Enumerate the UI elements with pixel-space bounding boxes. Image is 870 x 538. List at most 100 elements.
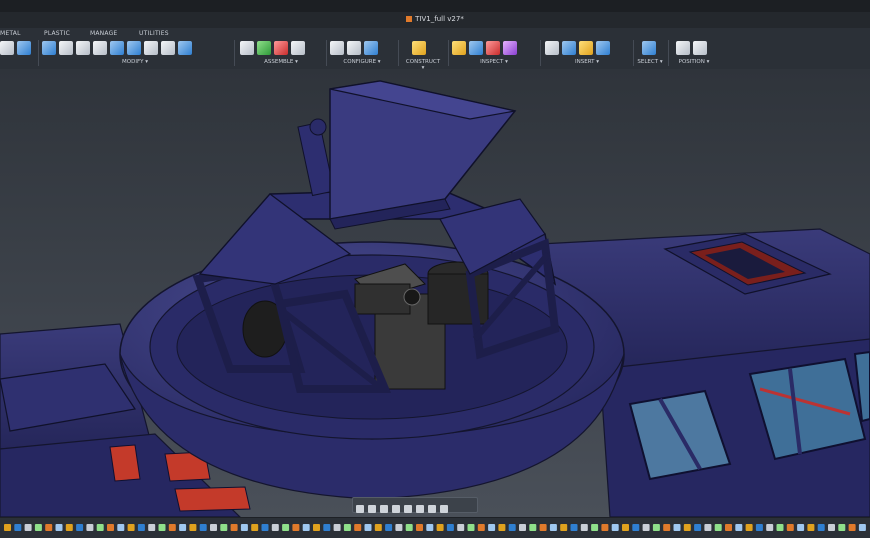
timeline-feature-icon[interactable] — [127, 524, 135, 531]
group-label-select[interactable]: SELECT ▾ — [636, 59, 664, 65]
timeline-feature-icon[interactable] — [426, 524, 434, 531]
timeline-feature-icon[interactable] — [271, 524, 279, 531]
zoom-icon[interactable] — [392, 505, 400, 513]
timeline-feature-icon[interactable] — [282, 524, 290, 531]
timeline-feature-icon[interactable] — [828, 524, 835, 531]
group-label-modify[interactable]: MODIFY ▾ — [42, 59, 228, 65]
timeline-feature-icon[interactable] — [642, 524, 650, 531]
timeline-feature-icon[interactable] — [65, 524, 73, 531]
timeline-feature-icon[interactable] — [549, 524, 557, 531]
timeline-feature-icon[interactable] — [519, 524, 526, 531]
pan-icon[interactable] — [380, 505, 388, 513]
timeline-feature-icon[interactable] — [96, 524, 104, 531]
timeline-feature-icon[interactable] — [446, 524, 454, 531]
joint-origin-icon[interactable] — [291, 41, 305, 55]
timeline-feature-icon[interactable] — [148, 524, 156, 531]
grid-icon[interactable] — [428, 505, 436, 513]
interference-icon[interactable] — [469, 41, 483, 55]
timeline-feature-icon[interactable] — [220, 524, 228, 531]
tab-manage[interactable]: MANAGE — [90, 30, 117, 37]
timeline-feature-icon[interactable] — [179, 524, 187, 531]
timeline-feature-icon[interactable] — [302, 524, 310, 531]
timeline-feature-icon[interactable] — [436, 524, 444, 531]
tab-plastic[interactable]: PLASTIC — [44, 30, 70, 37]
group-label-insert[interactable]: INSERT ▾ — [545, 59, 629, 65]
joint-icon[interactable] — [257, 41, 271, 55]
measure-icon[interactable] — [452, 41, 466, 55]
timeline-feature-icon[interactable] — [374, 524, 382, 531]
timeline-feature-icon[interactable] — [34, 524, 42, 531]
scale-icon[interactable] — [144, 41, 158, 55]
timeline-feature-icon[interactable] — [261, 524, 269, 531]
fit-icon[interactable] — [404, 505, 412, 513]
timeline-feature-icon[interactable] — [622, 524, 629, 531]
timeline-feature-icon[interactable] — [776, 524, 784, 531]
timeline-feature-icon[interactable] — [694, 524, 702, 531]
configure-icon[interactable] — [330, 41, 344, 55]
timeline-feature-icon[interactable] — [107, 524, 114, 531]
capture-position-icon[interactable] — [676, 41, 690, 55]
timeline-feature-icon[interactable] — [570, 524, 578, 531]
group-label-inspect[interactable]: INSPECT ▾ — [452, 59, 536, 65]
timeline-feature-icon[interactable] — [199, 524, 207, 531]
timeline-feature-icon[interactable] — [807, 524, 815, 531]
timeline-feature-icon[interactable] — [848, 524, 856, 531]
timeline-feature-icon[interactable] — [354, 524, 362, 531]
timeline-feature-icon[interactable] — [467, 524, 475, 531]
section-analysis-icon[interactable] — [486, 41, 500, 55]
timeline-feature-icon[interactable] — [477, 524, 485, 531]
table-icon[interactable] — [347, 41, 361, 55]
timeline-feature-icon[interactable] — [735, 524, 743, 531]
insert-derive-icon[interactable] — [545, 41, 559, 55]
timeline-feature-icon[interactable] — [797, 524, 805, 531]
timeline-feature-icon[interactable] — [395, 524, 403, 531]
timeline-feature-icon[interactable] — [488, 524, 496, 531]
timeline-feature-icon[interactable] — [251, 524, 259, 531]
timeline-feature-icon[interactable] — [168, 524, 176, 531]
unfold-icon[interactable] — [0, 41, 14, 55]
timeline-feature-icon[interactable] — [725, 524, 732, 531]
timeline-feature-icon[interactable] — [137, 524, 145, 531]
shell-icon[interactable] — [93, 41, 107, 55]
group-label-configure[interactable]: CONFIGURE ▾ — [330, 59, 394, 65]
timeline-feature-icon[interactable] — [55, 524, 63, 531]
timeline-feature-icon[interactable] — [580, 524, 588, 531]
timeline-feature-icon[interactable] — [663, 524, 671, 531]
timeline-feature-icon[interactable] — [14, 524, 22, 531]
timeline-feature-icon[interactable] — [508, 524, 516, 531]
timeline-feature-icon[interactable] — [117, 524, 125, 531]
group-label-position[interactable]: POSITION ▾ — [672, 59, 716, 65]
timeline-feature-icon[interactable] — [745, 524, 753, 531]
insert-mesh-icon[interactable] — [596, 41, 610, 55]
timeline-feature-icon[interactable] — [343, 524, 351, 531]
timeline-feature-icon[interactable] — [704, 524, 712, 531]
new-component-icon[interactable] — [240, 41, 254, 55]
revert-position-icon[interactable] — [693, 41, 707, 55]
timeline-feature-icon[interactable] — [766, 524, 774, 531]
orbit-icon[interactable] — [356, 505, 364, 513]
timeline-feature-icon[interactable] — [364, 524, 372, 531]
timeline-feature-icon[interactable] — [323, 524, 331, 531]
timeline-feature-icon[interactable] — [539, 524, 547, 531]
timeline-feature-icon[interactable] — [838, 524, 846, 531]
combine-icon[interactable] — [110, 41, 124, 55]
timeline-feature-icon[interactable] — [652, 524, 660, 531]
configuration-icon[interactable] — [364, 41, 378, 55]
timeline-feature-icon[interactable] — [76, 524, 84, 531]
tab-utilities[interactable]: UTILITIES — [139, 30, 169, 37]
timeline-feature-icon[interactable] — [632, 524, 640, 531]
group-label-assemble[interactable]: ASSEMBLE ▾ — [240, 59, 322, 65]
timeline-feature-icon[interactable] — [416, 524, 423, 531]
timeline-feature-icon[interactable] — [673, 524, 681, 531]
timeline-feature-icon[interactable] — [560, 524, 568, 531]
timeline-feature-icon[interactable] — [498, 524, 506, 531]
timeline-feature-icon[interactable] — [210, 524, 217, 531]
timeline-feature-icon[interactable] — [786, 524, 794, 531]
align-icon[interactable] — [178, 41, 192, 55]
timeline-feature-icon[interactable] — [755, 524, 763, 531]
timeline-feature-icon[interactable] — [189, 524, 197, 531]
flat-pattern-icon[interactable] — [17, 41, 31, 55]
move-icon[interactable] — [161, 41, 175, 55]
press-pull-icon[interactable] — [42, 41, 56, 55]
timeline-feature-icon[interactable] — [4, 524, 11, 531]
